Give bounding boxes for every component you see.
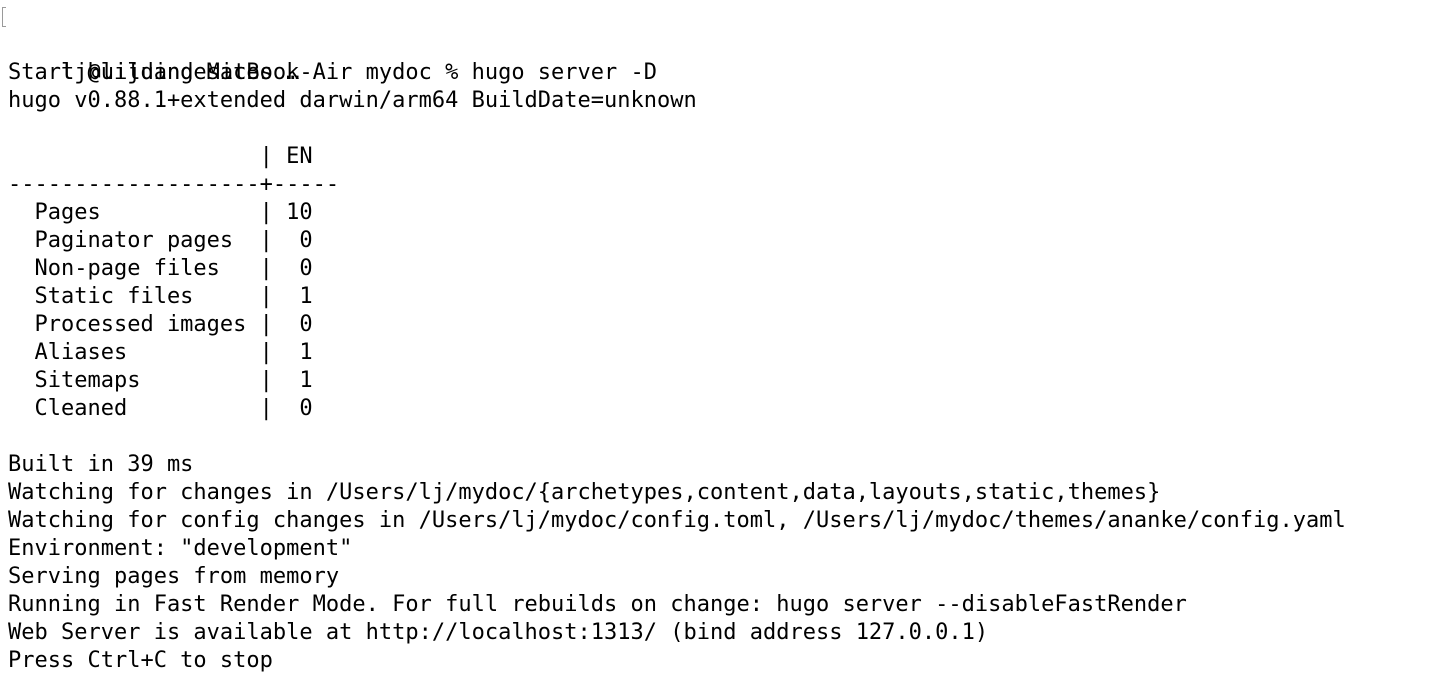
terminal-line: Paginator pages | 0 bbox=[8, 228, 313, 253]
terminal-line: -------------------+----- bbox=[8, 172, 340, 197]
prompt-mark-icon bbox=[2, 7, 6, 27]
terminal-line: Built in 39 ms bbox=[8, 452, 194, 477]
terminal-line: Press Ctrl+C to stop bbox=[8, 648, 273, 673]
terminal-line: Serving pages from memory bbox=[8, 564, 340, 589]
terminal-line: Cleaned | 0 bbox=[8, 396, 313, 421]
terminal-line: Static files | 1 bbox=[8, 284, 313, 309]
terminal-line: Non-page files | 0 bbox=[8, 256, 313, 281]
terminal-line: Watching for changes in /Users/lj/mydoc/… bbox=[8, 480, 1161, 505]
terminal-line: | EN bbox=[8, 144, 313, 169]
terminal-line: hugo v0.88.1+extended darwin/arm64 Build… bbox=[8, 88, 697, 113]
terminal-prompt-line: lj@lijuandeMacBook-Air mydoc % hugo serv… bbox=[2, 3, 1436, 85]
terminal-line: Web Server is available at http://localh… bbox=[8, 620, 989, 645]
terminal-line: Running in Fast Render Mode. For full re… bbox=[8, 592, 1187, 617]
terminal-line: Pages | 10 bbox=[8, 200, 313, 225]
terminal-line: Processed images | 0 bbox=[8, 312, 313, 337]
terminal-line: Aliases | 1 bbox=[8, 340, 313, 365]
terminal-prompt: lj@lijuandeMacBook-Air mydoc % hugo serv… bbox=[60, 60, 658, 85]
terminal-line: Environment: "development" bbox=[8, 536, 353, 561]
terminal-line: Watching for config changes in /Users/lj… bbox=[8, 508, 1346, 533]
terminal-window[interactable]: lj@lijuandeMacBook-Air mydoc % hugo serv… bbox=[0, 0, 1436, 686]
terminal-line: Sitemaps | 1 bbox=[8, 368, 313, 393]
